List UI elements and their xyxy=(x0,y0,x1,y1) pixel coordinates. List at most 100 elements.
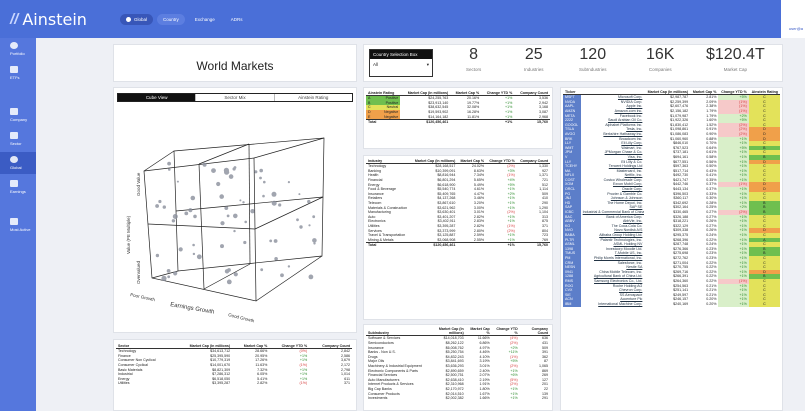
cube-point[interactable] xyxy=(184,211,189,216)
cube-point[interactable] xyxy=(280,273,284,278)
nav-country[interactable]: Country xyxy=(157,13,185,25)
cube-point[interactable] xyxy=(176,180,179,183)
sidebar-item-portfolio[interactable]: Portfolio xyxy=(0,42,36,56)
cube-point[interactable] xyxy=(274,257,278,261)
cube-point[interactable] xyxy=(273,239,278,243)
cube-point[interactable] xyxy=(167,161,171,166)
cube-point[interactable] xyxy=(223,167,229,173)
cube-point[interactable] xyxy=(173,271,178,276)
cube-point[interactable] xyxy=(188,208,193,213)
tab-cube-view[interactable]: Cube View xyxy=(118,94,197,101)
table-cell xyxy=(379,119,401,125)
cube-point[interactable] xyxy=(298,193,301,196)
cube-point[interactable] xyxy=(228,174,234,179)
sidebar-label: Company xyxy=(10,117,28,122)
cube-point[interactable] xyxy=(193,214,197,219)
sidebar-item-earnings[interactable]: Earnings xyxy=(0,180,36,194)
cube-point[interactable] xyxy=(158,199,162,204)
user-link[interactable]: user@a xyxy=(789,26,803,31)
cube-point[interactable] xyxy=(312,215,316,219)
cube-point[interactable] xyxy=(172,214,178,219)
table-cell: $2,002,382 xyxy=(445,396,464,401)
cube-point[interactable] xyxy=(167,275,171,279)
table-row[interactable]: Utilities $3,395,287 2.82% (1%) 371 xyxy=(116,381,352,386)
cube-point[interactable] xyxy=(226,214,230,218)
cube-point[interactable] xyxy=(226,279,232,285)
cube-point[interactable] xyxy=(259,168,263,173)
nav-adrs[interactable]: ADRs xyxy=(225,14,249,25)
table-row[interactable]: Investments $2,002,382 1.66% +1% 291 xyxy=(366,396,550,401)
sidebar-item-most-active[interactable]: Most Active xyxy=(0,218,36,232)
sidebar-label: Portfolio xyxy=(10,51,25,56)
cube-point[interactable] xyxy=(220,221,225,226)
cube-point[interactable] xyxy=(233,272,238,277)
cube-point[interactable] xyxy=(224,269,230,274)
cube-point[interactable] xyxy=(178,247,183,252)
cube-point[interactable] xyxy=(271,191,277,197)
cube-point[interactable] xyxy=(239,199,242,202)
cube-point[interactable] xyxy=(296,218,299,222)
tab-ainstein-rating[interactable]: Ainstein Rating xyxy=(274,94,352,101)
nav-exchange[interactable]: Exchange xyxy=(189,14,221,25)
cube-point[interactable] xyxy=(244,220,247,224)
cube-point[interactable] xyxy=(299,225,303,229)
cube-point[interactable] xyxy=(162,205,166,209)
cube-point[interactable] xyxy=(216,181,221,187)
cube-point[interactable] xyxy=(287,265,291,268)
country-select[interactable]: All ▾ xyxy=(370,59,432,71)
cube-point[interactable] xyxy=(243,240,247,245)
building-icon xyxy=(10,108,18,115)
ticker-symbol: IBM xyxy=(563,301,581,307)
cube-point[interactable] xyxy=(308,274,314,280)
cube-point[interactable] xyxy=(155,204,159,208)
kpi-subindustries: 120 SubIndustries xyxy=(579,46,607,72)
cube-point[interactable] xyxy=(263,180,266,184)
cube-point[interactable] xyxy=(219,194,224,199)
cube-point[interactable] xyxy=(192,252,196,256)
cube-point[interactable] xyxy=(307,199,311,204)
sidebar-item-global[interactable]: Global xyxy=(0,152,36,174)
cube-point[interactable] xyxy=(254,170,258,174)
cube-point[interactable] xyxy=(202,162,207,167)
cube-point[interactable] xyxy=(269,239,273,243)
country-selection-box[interactable]: Country Selection Box All ▾ xyxy=(369,49,433,77)
cube-point[interactable] xyxy=(196,254,202,260)
cube-point[interactable] xyxy=(262,194,265,198)
sidebar-item-company[interactable]: Company xyxy=(0,108,36,122)
cube-point[interactable] xyxy=(278,203,282,207)
sidebar-item-etfs[interactable]: ETFs xyxy=(0,66,36,80)
table-row[interactable]: IBM International Machine Corp. $240,169 0.… xyxy=(563,301,780,307)
cube-point[interactable] xyxy=(260,268,264,272)
cube-point[interactable] xyxy=(166,269,171,273)
cube-point[interactable] xyxy=(171,219,176,223)
sidebar-item-sector[interactable]: Sector xyxy=(0,132,36,146)
table-cell xyxy=(450,119,482,125)
cube-point[interactable] xyxy=(220,244,224,249)
table-cell: Total xyxy=(366,242,411,248)
cube-point[interactable] xyxy=(211,168,216,173)
tab-sector-mix[interactable]: Sector Mix xyxy=(196,94,275,101)
cube-point[interactable] xyxy=(168,168,171,171)
cube-point[interactable] xyxy=(312,238,317,243)
cube-point[interactable] xyxy=(287,181,290,184)
cube-point[interactable] xyxy=(161,275,167,281)
cube-point[interactable] xyxy=(233,213,238,219)
app-logo[interactable]: // Ainstein xyxy=(0,0,106,38)
cube-bottom-label: Overvalued xyxy=(136,260,141,284)
cube-chart[interactable]: Value (PE Multiple) Good Value Overvalue… xyxy=(116,106,354,328)
cube-point[interactable] xyxy=(190,195,196,201)
cube-point[interactable] xyxy=(192,243,195,247)
table-cell: Total xyxy=(366,119,380,125)
cube-point[interactable] xyxy=(242,201,245,204)
cube-point[interactable] xyxy=(232,167,236,171)
cube-point[interactable] xyxy=(250,209,255,214)
cube-point[interactable] xyxy=(313,242,316,245)
cube-point[interactable] xyxy=(233,229,236,233)
cube-point[interactable] xyxy=(155,253,160,258)
cube-point[interactable] xyxy=(271,200,277,206)
cube-point[interactable] xyxy=(259,176,262,180)
cube-point[interactable] xyxy=(308,224,311,227)
cube-point[interactable] xyxy=(224,206,229,210)
nav-global[interactable]: Global xyxy=(120,13,154,25)
column-header: Change YTD % xyxy=(718,90,749,96)
